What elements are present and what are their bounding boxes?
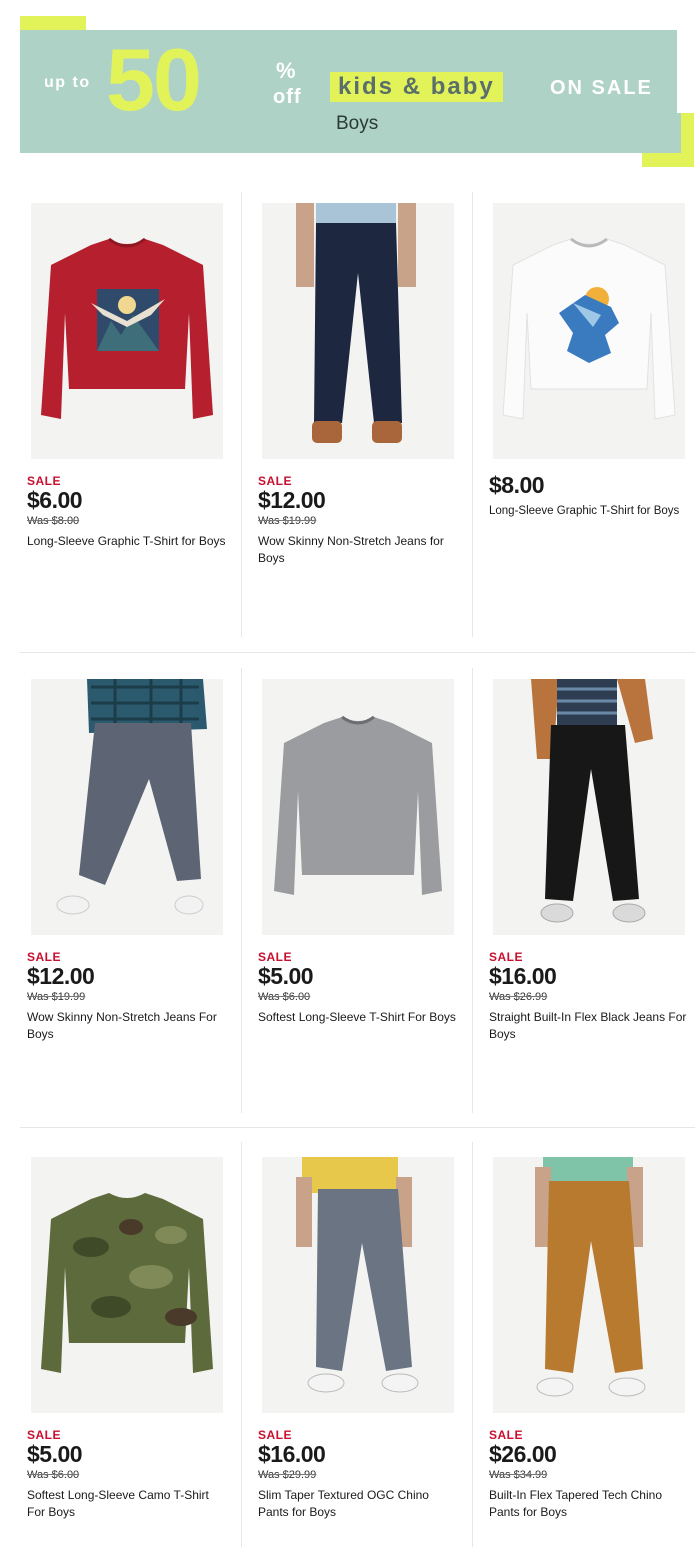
product-was-price: Was $19.99 [27,991,86,1003]
product-image-white-graphic-tee[interactable] [493,203,685,459]
sale-label: SALE [258,1428,293,1442]
sale-label: SALE [258,950,293,964]
product-name[interactable]: Softest Long-Sleeve T-Shirt For Boys [258,1009,458,1026]
product-image-gray-jeans[interactable] [31,679,223,935]
product-card[interactable]: SALE $12.00 Was $19.99 Wow Skinny Non-St… [27,679,246,1119]
banner-kids-baby: kids & baby [330,72,503,102]
product-was-price: Was $26.99 [489,991,548,1003]
product-was-price: Was $8.00 [27,515,80,527]
sale-label: SALE [489,1428,524,1442]
product-image-tan-chinos[interactable] [493,1157,685,1413]
product-price: $8.00 [489,472,545,498]
product-price: $26.00 [489,1441,557,1467]
product-card[interactable]: SALE $5.00 Was $6.00 Softest Long-Sleeve… [258,679,477,1119]
product-name[interactable]: Long-Sleeve Graphic T-Shirt for Boys [489,503,689,519]
product-image-red-graphic-tee[interactable] [31,203,223,459]
sale-label: SALE [27,1428,62,1442]
product-card[interactable]: $8.00 Long-Sleeve Graphic T-Shirt for Bo… [489,203,700,643]
product-name[interactable]: Wow Skinny Non-Stretch Jeans for Boys [258,533,458,567]
product-price: $5.00 [258,963,314,989]
product-card[interactable]: SALE $16.00 Was $29.99 Slim Taper Textur… [258,1157,477,1554]
banner-accent-mask [642,113,681,153]
banner-discount-number: 50 [106,30,202,129]
product-price: $16.00 [258,1441,326,1467]
sale-label: SALE [258,474,293,488]
row-divider [20,1127,695,1128]
product-card[interactable]: SALE $16.00 Was $26.99 Straight Built-In… [489,679,700,1119]
product-name[interactable]: Built-In Flex Tapered Tech Chino Pants f… [489,1487,689,1521]
sale-label: SALE [27,950,62,964]
product-card[interactable]: SALE $6.00 Was $8.00 Long-Sleeve Graphic… [27,203,246,643]
product-card[interactable]: SALE $12.00 Was $19.99 Wow Skinny Non-St… [258,203,477,643]
product-name[interactable]: Straight Built-In Flex Black Jeans For B… [489,1009,689,1043]
product-price: $16.00 [489,963,557,989]
product-name[interactable]: Wow Skinny Non-Stretch Jeans For Boys [27,1009,227,1043]
product-card[interactable]: SALE $5.00 Was $6.00 Softest Long-Sleeve… [27,1157,246,1554]
banner-on-sale: ON SALE [550,77,653,99]
product-name[interactable]: Long-Sleeve Graphic T-Shirt for Boys [27,533,227,550]
banner-percent: % [276,58,296,83]
banner-up-to: up to [44,74,91,91]
product-image-gray-chinos[interactable] [262,1157,454,1413]
product-was-price: Was $6.00 [27,1469,80,1481]
product-name[interactable]: Slim Taper Textured OGC Chino Pants for … [258,1487,458,1521]
product-image-black-jeans[interactable] [493,679,685,935]
product-price: $5.00 [27,1441,83,1467]
product-image-gray-tee[interactable] [262,679,454,935]
product-price: $12.00 [27,963,95,989]
product-was-price: Was $34.99 [489,1469,548,1481]
banner-accent-bar-top [20,16,86,30]
product-was-price: Was $29.99 [258,1469,317,1481]
banner-off: off [273,86,302,108]
product-was-price: Was $6.00 [258,991,311,1003]
product-image-dark-jeans[interactable] [262,203,454,459]
product-name[interactable]: Softest Long-Sleeve Camo T-Shirt For Boy… [27,1487,227,1521]
sale-label: SALE [27,474,62,488]
product-card[interactable]: SALE $26.00 Was $34.99 Built-In Flex Tap… [489,1157,700,1554]
product-was-price: Was $19.99 [258,515,317,527]
row-divider [20,652,695,653]
product-image-camo-tee[interactable] [31,1157,223,1413]
sale-label: SALE [489,950,524,964]
banner-subtitle: Boys [336,113,379,134]
product-price: $12.00 [258,487,326,513]
product-price: $6.00 [27,487,83,513]
